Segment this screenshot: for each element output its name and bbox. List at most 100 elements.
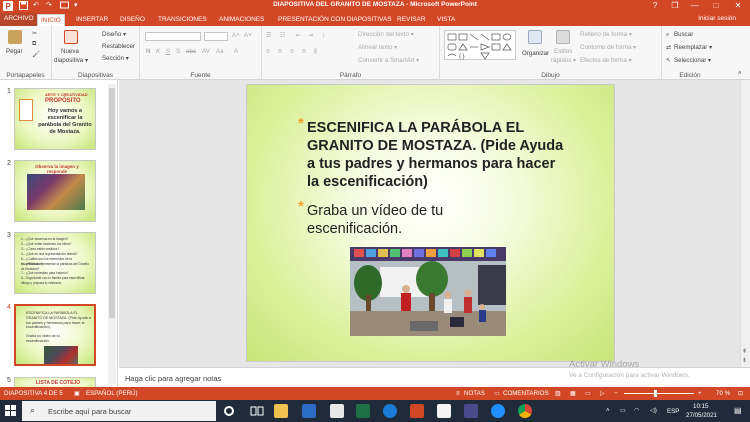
paste-button[interactable]: Pegar [6,48,23,55]
new-slide-dropdown[interactable]: diapositiva ▾ [54,57,88,64]
line-spacing-icon[interactable]: ↕ [322,32,325,39]
prev-slide-icon[interactable]: ⇞ [742,348,747,355]
arrange-icon[interactable] [528,30,542,44]
notifications-icon[interactable]: ▤ [734,406,742,415]
task-view-icon[interactable] [250,404,264,418]
tab-archivo[interactable]: ARCHIVO [0,13,38,26]
tab-animaciones[interactable]: ANIMACIONES [216,14,268,26]
file-explorer-icon[interactable] [274,404,288,418]
store-icon[interactable] [330,404,344,418]
format-painter-icon[interactable]: 🖌 [32,50,40,58]
align-left-icon[interactable]: ≡ [266,48,270,55]
gmail-icon[interactable] [437,404,451,418]
increase-indent-icon[interactable]: ⇥ [308,32,313,39]
italic-icon[interactable]: K [156,48,160,55]
excel-icon[interactable] [356,404,370,418]
show-hidden-icons[interactable]: ˄ [606,407,610,414]
change-case-icon[interactable]: Aa [216,48,224,55]
sign-in-link[interactable]: Iniciar sesión [698,15,736,22]
bullets-icon[interactable]: ☰ [266,32,272,39]
layout-button[interactable]: Diseño ▾ [102,31,126,38]
thumbnail-scrollbar[interactable] [108,84,116,384]
slide-bullet-1[interactable]: ESCENIFICA LA PARÁBOLA EL GRANITO DE MOS… [307,119,567,191]
numbering-icon[interactable]: ☷ [280,32,286,39]
teams-icon[interactable] [464,404,478,418]
thumbnail-slide-2[interactable]: Observa la imagen y responde [14,160,96,222]
next-slide-icon[interactable]: ⇟ [742,357,747,364]
word-icon[interactable] [302,404,316,418]
shrink-font-icon[interactable]: A˅ [244,32,252,39]
find-button[interactable]: Buscar [674,31,693,38]
underline-icon[interactable]: S [166,48,170,55]
wifi-icon[interactable]: ◠ [634,407,639,414]
char-spacing-icon[interactable]: AV [202,48,210,55]
zoom-level[interactable]: 70 % [716,390,730,397]
help-button[interactable]: ? [644,0,666,12]
zoom-slider[interactable] [624,390,694,397]
new-slide-button[interactable]: Nueva [61,48,79,55]
shadow-icon[interactable]: S [176,48,180,55]
battery-icon[interactable]: ▭ [620,407,626,414]
strikethrough-icon[interactable]: abc [186,48,196,55]
text-direction-button[interactable]: Dirección del texto ▾ [358,31,414,38]
tab-presentacion[interactable]: PRESENTACIÓN CON DIAPOSITIVAS [275,14,395,26]
tab-insertar[interactable]: INSERTAR [73,14,111,26]
align-right-icon[interactable]: ≡ [290,48,294,55]
close-button[interactable]: ✕ [727,0,749,12]
zoom-out-icon[interactable]: − [614,390,618,397]
bold-icon[interactable]: N [146,48,150,55]
tab-transiciones[interactable]: TRANSICIONES [155,14,210,26]
spelling-icon[interactable]: ▣ [74,390,80,397]
notes-button[interactable]: NOTAS [464,390,485,397]
edge-icon[interactable] [491,404,505,418]
font-name-input[interactable] [145,32,201,41]
slideshow-view-icon[interactable]: ▷ [600,390,605,397]
quick-styles-icon[interactable] [556,30,570,44]
grow-font-icon[interactable]: A˄ [232,32,240,39]
cortana-icon[interactable] [224,406,234,416]
paste-icon[interactable] [8,30,22,44]
convert-smartart-button[interactable]: Convertir a SmartArt ▾ [358,57,419,64]
thumbnail-slide-3[interactable]: 1.- ¿Qué observas en la imagen? 2.- ¿Qué… [14,232,96,294]
copy-icon[interactable]: ⧉ [32,40,36,48]
ribbon-display-button[interactable]: ❐ [664,0,686,12]
scrollbar-thumb[interactable] [109,88,115,318]
quick-styles-dropdown[interactable]: rápidos ▾ [551,57,576,64]
decrease-indent-icon[interactable]: ⇤ [296,32,301,39]
quick-styles-button[interactable]: Estilos [554,48,572,55]
shape-effects-button[interactable]: Efectos de forma ▾ [580,57,632,64]
justify-icon[interactable]: ≡ [302,48,306,55]
zoom-in-icon[interactable]: + [698,390,702,397]
language-status[interactable]: ESPAÑOL (PERÚ) [86,390,138,397]
reading-view-icon[interactable]: ▭ [585,390,591,397]
fit-slide-icon[interactable]: ⊡ [738,390,743,397]
taskbar-search-box[interactable]: ⌕ Escribe aquí para buscar [22,401,216,421]
thumbnail-slide-1[interactable]: ARTE Y CREATIVIDAD PROPÓSITO Hoy vamos a… [14,88,96,150]
font-color-icon[interactable]: A [234,48,238,55]
notes-placeholder[interactable]: Haga clic para agregar notas [125,374,221,383]
columns-icon[interactable]: ⫼ [314,48,317,56]
align-text-button[interactable]: Alinear texto ▾ [358,44,397,51]
tab-diseno[interactable]: DISEÑO [117,14,148,26]
reset-button[interactable]: Restablecer [102,43,135,50]
new-slide-icon[interactable] [64,30,78,44]
font-size-input[interactable] [204,32,228,41]
tab-inicio[interactable]: INICIO [37,14,65,26]
input-language[interactable]: ESP [667,408,679,415]
shape-outline-button[interactable]: Contorno de forma ▾ [580,44,636,51]
align-center-icon[interactable]: ≡ [278,48,282,55]
normal-view-icon[interactable]: ▥ [555,390,561,397]
slide-sorter-icon[interactable]: ▦ [570,390,576,397]
minimize-button[interactable]: — [684,0,706,12]
volume-icon[interactable]: ◁) [650,407,657,414]
thumbnail-slide-4[interactable]: ESCENIFICA LA PARÁBOLA EL GRANITO DE MOS… [14,304,96,366]
comments-button[interactable]: COMENTARIOS [503,390,549,397]
onedrive-icon[interactable] [383,404,397,418]
cut-icon[interactable]: ✂ [32,30,37,37]
slide-scrollbar[interactable]: ⇞ ⇟ [740,80,750,367]
current-slide[interactable]: * ESCENIFICA LA PARÁBOLA EL GRANITO DE M… [246,84,615,362]
tab-revisar[interactable]: REVISAR [394,14,429,26]
shapes-gallery[interactable]: { } [444,30,516,60]
maximize-button[interactable]: □ [705,0,727,12]
shape-fill-button[interactable]: Relleno de forma ▾ [580,31,632,38]
